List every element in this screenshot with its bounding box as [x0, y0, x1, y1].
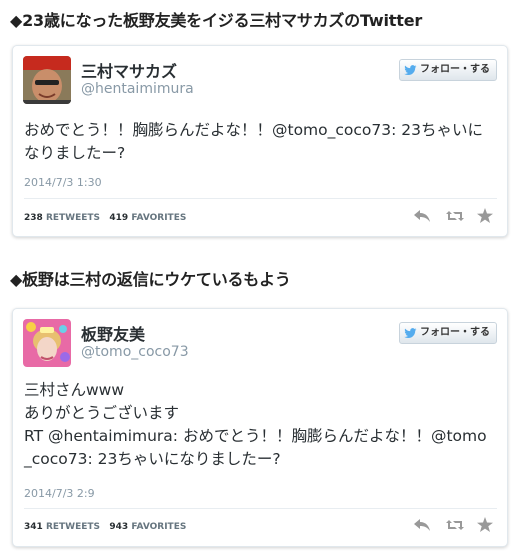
user-handle[interactable]: @hentaimimura	[81, 81, 194, 97]
section-heading: ◆板野は三村の返信にウケているもよう	[10, 270, 291, 289]
tweet-text: 三村さんwww ありがとうございます RT @hentaimimura: おめで…	[24, 381, 487, 468]
user-handle[interactable]: @tomo_coco73	[81, 344, 189, 360]
retweet-icon[interactable]	[445, 517, 464, 531]
retweet-count[interactable]: 238	[24, 213, 43, 223]
follow-button-label: フォロー・する	[420, 327, 490, 338]
favorite-count-label: FAVORITES	[131, 522, 187, 532]
reply-icon[interactable]	[413, 208, 431, 222]
avatar[interactable]	[23, 319, 71, 367]
follow-button[interactable]: フォロー・する	[399, 59, 497, 81]
tweet-stats: 238 RETWEETS 419 FAVORITES	[24, 213, 186, 223]
retweet-count-label: RETWEETS	[45, 213, 100, 223]
twitter-bird-icon	[404, 327, 417, 339]
tweet-text: おめでとう！！胸膨らんだよな！！@tomo_coco73: 23ちゃいに なりま…	[24, 121, 483, 162]
avatar[interactable]	[23, 56, 71, 104]
tweet-timestamp[interactable]: 2014/7/3 1:30	[24, 176, 102, 189]
divider	[24, 198, 497, 199]
twitter-bird-icon	[404, 64, 417, 76]
favorite-count[interactable]: 419	[109, 213, 128, 223]
display-name[interactable]: 板野友美	[81, 321, 145, 345]
follow-button[interactable]: フォロー・する	[399, 322, 497, 344]
tweet-card: 三村マサカズ @hentaimimura フォロー・する おめでとう！！胸膨らん…	[12, 45, 508, 237]
favorite-count[interactable]: 943	[109, 522, 128, 532]
follow-button-label: フォロー・する	[420, 64, 490, 75]
section-heading: ◆23歳になった板野友美をイジる三村マサカズのTwitter	[10, 11, 423, 30]
tweet-actions	[413, 208, 495, 223]
display-name[interactable]: 三村マサカズ	[81, 58, 177, 82]
retweet-count[interactable]: 341	[24, 522, 43, 532]
retweet-count-label: RETWEETS	[45, 522, 100, 532]
favorite-star-icon[interactable]	[477, 208, 495, 223]
favorite-star-icon[interactable]	[477, 517, 495, 532]
tweet-stats: 341 RETWEETS 943 FAVORITES	[24, 522, 186, 532]
retweet-icon[interactable]	[445, 208, 464, 222]
divider	[24, 508, 497, 509]
favorite-count-label: FAVORITES	[131, 213, 187, 223]
tweet-actions	[413, 517, 495, 532]
tweet-timestamp[interactable]: 2014/7/3 2:9	[24, 487, 95, 500]
reply-icon[interactable]	[413, 517, 431, 531]
tweet-card: 板野友美 @tomo_coco73 フォロー・する 三村さんwww ありがとうご…	[12, 308, 508, 547]
